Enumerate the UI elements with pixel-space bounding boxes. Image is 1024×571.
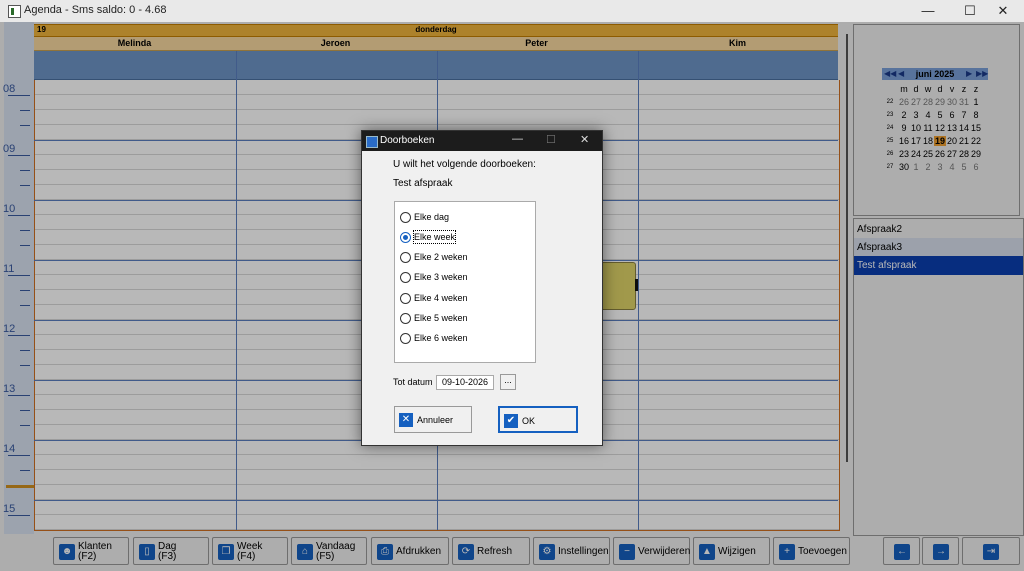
radio-circle-selected[interactable]	[400, 232, 411, 243]
dialog-title: Doorboeken	[380, 135, 435, 146]
dialog-item-name: Test afspraak	[393, 178, 453, 189]
cancel-x-icon: ✕	[399, 413, 413, 427]
until-date-field[interactable]: 09-10-2026	[436, 375, 494, 390]
radio-label: Elke 3 weken	[414, 272, 468, 282]
minimize-button[interactable]: —	[908, 0, 948, 22]
dialog-maximize-button[interactable]: ☐	[546, 133, 556, 146]
radio-label: Elke week	[412, 230, 457, 244]
cancel-button[interactable]: ✕ Annuleer	[394, 406, 472, 433]
title-bar: Agenda - Sms saldo: 0 - 4.68 — ☐ ✕	[0, 0, 1024, 22]
radio-circle[interactable]	[400, 333, 411, 344]
radio-circle[interactable]	[400, 272, 411, 283]
radio-label: Elke dag	[414, 212, 450, 222]
radio-circle[interactable]	[400, 313, 411, 324]
close-button[interactable]: ✕	[983, 0, 1023, 22]
until-date-label: Tot datum	[393, 377, 433, 387]
dialog-close-button[interactable]: ✕	[580, 133, 589, 146]
ok-label: OK	[522, 416, 536, 426]
radio-label: Elke 5 weken	[414, 313, 468, 323]
window-title: Agenda - Sms saldo: 0 - 4.68	[24, 4, 167, 16]
date-picker-button[interactable]: ...	[500, 374, 516, 390]
frequency-radio-group: Elke dag Elke week Elke 2 weken Elke 3 w…	[394, 201, 536, 363]
radio-label: Elke 4 weken	[414, 293, 468, 303]
cancel-label: Annuleer	[417, 415, 454, 425]
radio-label: Elke 2 weken	[414, 252, 468, 262]
doorboeken-dialog: Doorboeken — ☐ ✕ U wilt het volgende doo…	[361, 130, 603, 446]
dialog-app-icon	[366, 136, 378, 148]
dialog-minimize-button[interactable]: —	[512, 133, 523, 145]
dialog-title-bar: Doorboeken — ☐ ✕	[362, 131, 602, 151]
radio-circle[interactable]	[400, 293, 411, 304]
radio-circle[interactable]	[400, 212, 411, 223]
checkmark-icon: ✔	[504, 414, 518, 428]
dialog-prompt: U wilt het volgende doorboeken:	[393, 159, 536, 170]
app-icon	[8, 5, 21, 18]
radio-circle[interactable]	[400, 252, 411, 263]
radio-label: Elke 6 weken	[414, 333, 468, 343]
ok-button[interactable]: ✔ OK	[498, 406, 578, 433]
